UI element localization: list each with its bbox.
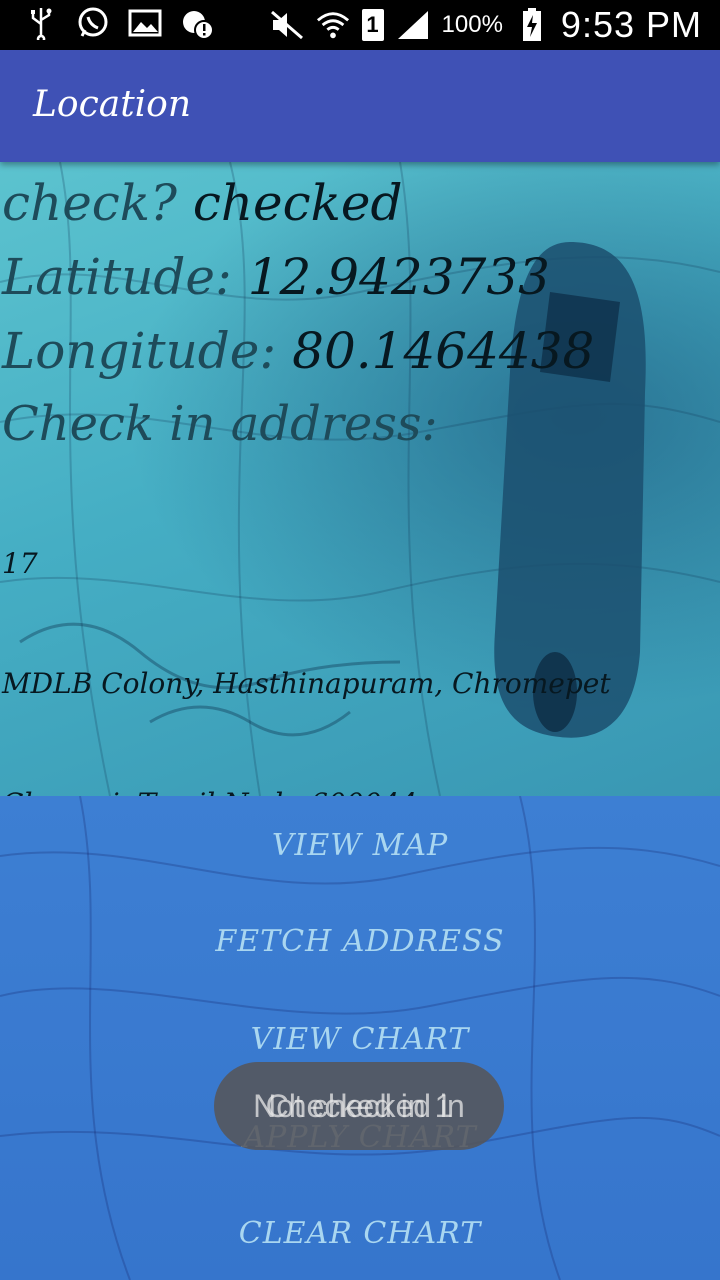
- battery-percent: 100%: [441, 11, 503, 38]
- location-info-panel: check? checked Latitude: 12.9423733 Long…: [0, 162, 720, 820]
- view-map-button[interactable]: VIEW MAP: [0, 800, 720, 890]
- whatsapp-icon: [76, 6, 110, 40]
- battery-charging-icon: [515, 8, 549, 42]
- signal-icon: [396, 8, 430, 42]
- address-line-1: 17: [2, 547, 38, 580]
- action-buttons-panel: VIEW MAP FETCH ADDRESS VIEW CHART APPLY …: [0, 796, 720, 1280]
- gallery-icon: [128, 6, 162, 40]
- latitude-value: 12.9423733: [247, 248, 550, 306]
- address-line-2: MDLB Colony, Hasthinapuram, Chromepet: [2, 667, 611, 700]
- usb-icon: [24, 6, 58, 40]
- check-status-row: check? checked: [2, 174, 403, 232]
- status-bar: 1 100% 9:53 PM: [0, 0, 720, 50]
- latitude-label: Latitude:: [2, 248, 232, 306]
- latitude-row: Latitude: 12.9423733: [2, 248, 550, 306]
- check-label: check?: [2, 174, 177, 232]
- app-bar: Location: [0, 50, 720, 162]
- fetch-address-button[interactable]: FETCH ADDRESS: [0, 896, 720, 986]
- clear-chart-button[interactable]: CLEAR CHART: [0, 1188, 720, 1278]
- longitude-value: 80.1464438: [292, 322, 595, 380]
- app-title: Location: [33, 84, 192, 125]
- check-value: checked: [192, 174, 403, 232]
- alert-icon: [180, 6, 214, 40]
- toast-text-checked-in: Checked in 1: [265, 1087, 453, 1124]
- longitude-label: Longitude:: [2, 322, 277, 380]
- sim-slot-badge: 1: [361, 9, 384, 41]
- longitude-row: Longitude: 80.1464438: [2, 322, 594, 380]
- toast-message: Not checked in Checked in 1: [214, 1062, 504, 1150]
- mute-icon: [270, 8, 304, 42]
- clock: 9:53 PM: [560, 4, 702, 45]
- address-label: Check in address:: [2, 396, 438, 452]
- wifi-icon: [316, 8, 350, 42]
